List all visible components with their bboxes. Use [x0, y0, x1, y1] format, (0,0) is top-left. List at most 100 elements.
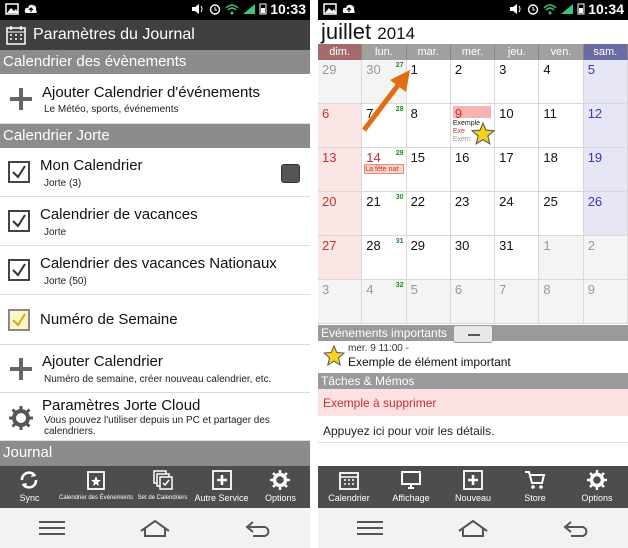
day-number: 5 — [410, 282, 418, 297]
day-cell[interactable]: 5 — [406, 280, 451, 324]
display-button[interactable]: Affichage — [380, 466, 442, 508]
day-number: 24 — [499, 194, 514, 209]
day-number: 2 — [587, 238, 595, 253]
day-cell[interactable]: 25 — [539, 192, 584, 236]
day-number: 6 — [454, 282, 463, 297]
day-cell[interactable]: 3 — [318, 280, 363, 324]
day-cell[interactable]: 6 — [318, 104, 363, 148]
other-service-button[interactable]: Autre Service — [192, 466, 251, 508]
checkbox[interactable] — [8, 309, 30, 331]
row-subtitle: Numéro de semaine, créer nouveau calendr… — [44, 374, 272, 385]
day-cell[interactable]: 29 — [318, 60, 363, 104]
jorte-cloud-row[interactable]: Paramètres Jorte Cloud Vous pouvez l'uti… — [0, 393, 310, 441]
event-calendar-button[interactable]: Calendrier des Événements — [59, 466, 133, 508]
national-holidays-row[interactable]: Calendrier des vacances Nationaux Jorte … — [0, 246, 310, 295]
day-cell[interactable]: 4 — [539, 60, 584, 104]
back-button[interactable] — [556, 513, 596, 543]
calendar-screen: 10:34 juillet 2014 dim. lun. mar. mer. j… — [318, 0, 628, 548]
day-cell[interactable]: 8 — [539, 280, 584, 324]
back-icon — [245, 521, 270, 537]
checkbox[interactable] — [8, 210, 30, 232]
row-subtitle: Jorte (50) — [44, 276, 87, 287]
day-cell[interactable]: 30 — [450, 236, 496, 280]
menu-button[interactable] — [32, 513, 72, 543]
day-cell[interactable]: 21 30 — [362, 192, 407, 236]
my-calendar-row[interactable]: Mon Calendrier Jorte (3) — [0, 148, 310, 197]
calendar-color-swatch[interactable] — [281, 164, 300, 183]
back-icon — [563, 521, 588, 537]
section-jorte: Calendrier Jorte — [0, 124, 310, 148]
important-event-item[interactable]: mer. 9 11:00 - Exemple de élément import… — [318, 341, 628, 371]
menu-button[interactable] — [350, 513, 390, 543]
day-cell[interactable]: 6 — [450, 280, 496, 324]
day-cell[interactable]: 4 32 — [362, 280, 407, 324]
row-title: Numéro de Semaine — [40, 311, 178, 328]
image-icon — [5, 3, 19, 15]
week-number-row[interactable]: Numéro de Semaine — [0, 295, 310, 345]
plus-icon — [10, 88, 32, 110]
add-calendar-row[interactable]: Ajouter Calendrier Numéro de semaine, cr… — [0, 345, 310, 393]
new-button[interactable]: Nouveau — [442, 466, 504, 508]
day-cell[interactable]: 11 — [539, 104, 584, 148]
checkbox[interactable] — [8, 161, 30, 183]
bottom-toolbar: Calendrier Affichage Nouveau Store Optio… — [318, 466, 628, 508]
day-cell[interactable]: 7 — [495, 280, 540, 324]
toolbar-label: Options — [264, 493, 296, 503]
day-cell[interactable]: 27 — [318, 236, 363, 280]
day-cell[interactable]: 18 — [539, 148, 584, 192]
day-number: 29 — [410, 238, 426, 253]
day-number: 3 — [322, 282, 330, 297]
day-cell[interactable]: 15 — [406, 148, 451, 192]
calendar-button[interactable]: Calendrier — [318, 466, 380, 508]
clock: 10:34 — [588, 1, 624, 17]
day-cell[interactable]: 17 — [495, 148, 540, 192]
home-button[interactable] — [453, 513, 493, 543]
important-event-date: mer. 9 11:00 - — [348, 343, 409, 354]
options-button[interactable]: Options — [251, 466, 310, 508]
check-icon — [12, 263, 26, 277]
day-cell[interactable]: 22 — [406, 192, 451, 236]
week-number: 30 — [395, 194, 404, 201]
holiday-event[interactable]: La fête nat — [364, 164, 405, 174]
day-cell[interactable]: 9 — [583, 280, 628, 324]
day-number: 25 — [543, 194, 558, 209]
day-cell[interactable]: 23 — [450, 192, 496, 236]
day-cell[interactable]: 31 — [495, 236, 540, 280]
options-button[interactable]: Options — [566, 466, 628, 508]
day-cell[interactable]: 13 — [318, 148, 363, 192]
day-cell[interactable]: 2 — [583, 236, 628, 280]
day-number: 2 — [454, 62, 463, 77]
day-cell[interactable]: 9 Exemple Exe Exem — [450, 104, 496, 148]
details-hint[interactable]: Appuyez ici pour voir les détails. — [318, 416, 628, 443]
day-cell[interactable]: 28 31 — [362, 236, 407, 280]
day-cell[interactable]: 19 — [583, 148, 628, 192]
day-cell[interactable]: 14 29 La fête nat — [362, 148, 407, 192]
holiday-calendar-row[interactable]: Calendrier de vacances Jorte — [0, 197, 310, 246]
day-cell[interactable]: 16 — [450, 148, 496, 192]
month-title[interactable]: juillet 2014 — [318, 20, 415, 44]
day-cell[interactable]: 2 — [450, 60, 496, 104]
sync-button[interactable]: Sync — [0, 466, 59, 508]
year: 2014 — [377, 24, 416, 43]
home-button[interactable] — [135, 513, 175, 543]
store-button[interactable]: Store — [504, 466, 566, 508]
day-cell[interactable]: 10 — [495, 104, 540, 148]
day-cell[interactable]: 24 — [495, 192, 540, 236]
day-cell[interactable]: 20 — [318, 192, 363, 236]
day-cell[interactable]: 5 — [583, 60, 628, 104]
day-cell[interactable]: 29 — [406, 236, 451, 280]
gear-icon — [587, 470, 607, 490]
day-cell[interactable]: 12 — [583, 104, 628, 148]
calendar-set-button[interactable]: Set de Calendriers — [133, 466, 192, 508]
arrow-annotation-icon — [362, 70, 410, 132]
checkbox[interactable] — [8, 259, 30, 281]
day-cell[interactable]: 26 — [583, 192, 628, 236]
task-item[interactable]: Exemple à supprimer — [318, 389, 628, 416]
wifi-icon — [225, 4, 239, 15]
back-button[interactable] — [238, 513, 278, 543]
day-cell[interactable]: 1 — [539, 236, 584, 280]
plus-box-icon — [463, 470, 483, 490]
add-event-calendar-row[interactable]: Ajouter Calendrier d'événements Le Météo… — [0, 74, 310, 124]
day-cell[interactable]: 3 — [495, 60, 540, 104]
check-icon — [12, 214, 26, 228]
